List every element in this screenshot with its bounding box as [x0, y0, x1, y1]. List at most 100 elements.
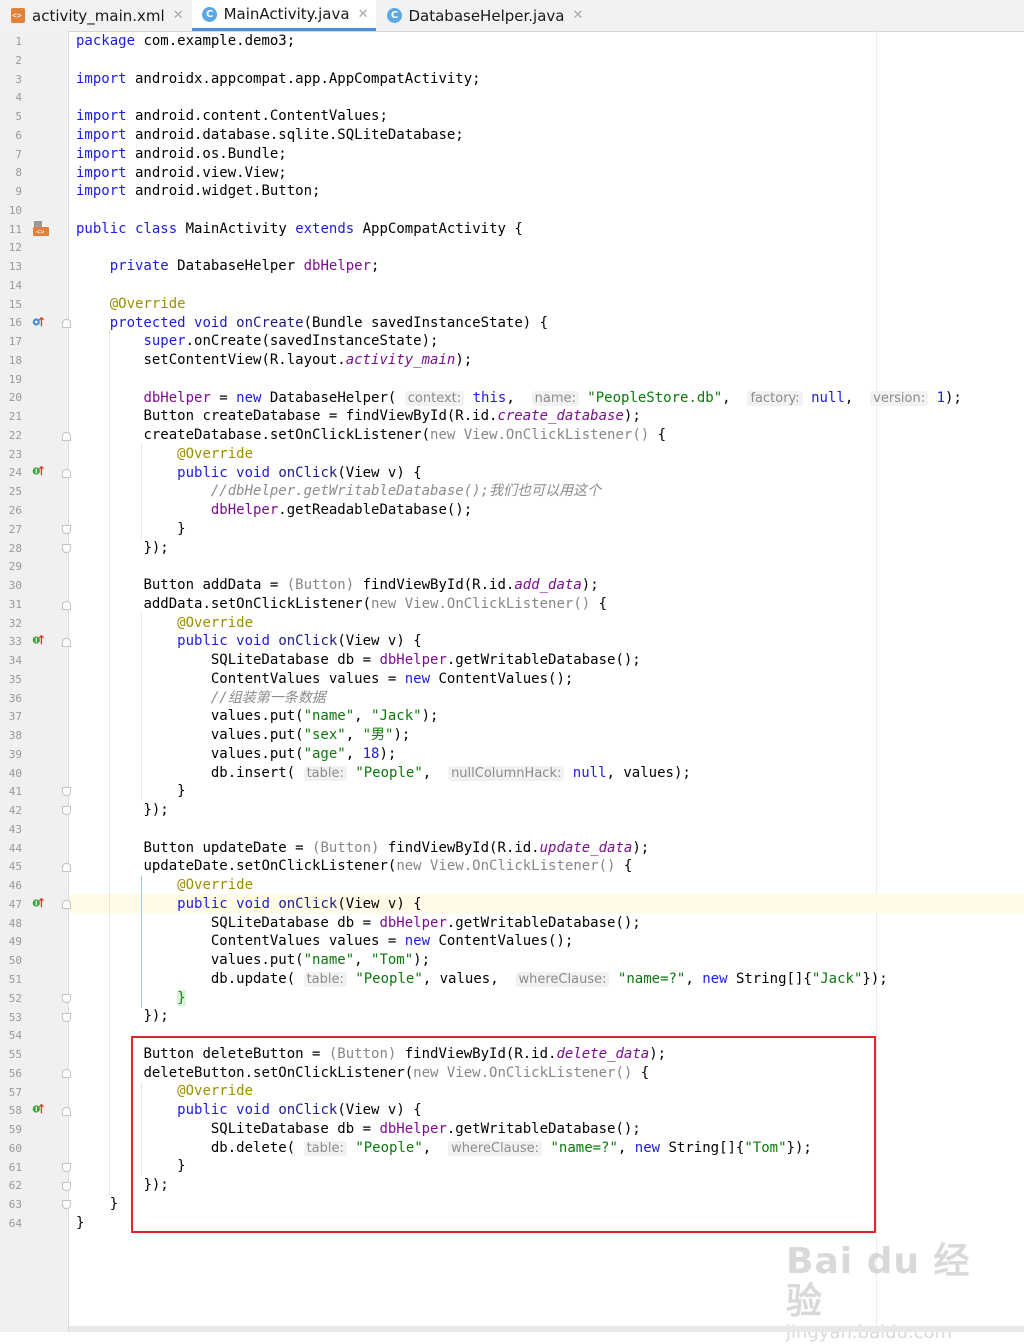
code-line-42: }); [143, 802, 169, 818]
line-number: 51 [8, 973, 22, 986]
java-class-icon: C [386, 8, 402, 24]
fold-toggle-icon[interactable] [62, 806, 71, 815]
highlight-annotation-box [131, 1036, 876, 1233]
line-number: 44 [8, 841, 22, 855]
fold-toggle-icon[interactable] [62, 319, 71, 328]
code-line-38: values.put("sex", "男"); [210, 727, 411, 743]
close-icon[interactable]: ✕ [358, 7, 369, 22]
tab-label: DatabaseHelper.java [408, 6, 565, 25]
code-line-46: @Override [177, 877, 254, 893]
code-line-3: import androidx.appcompat.app.AppCompatA… [76, 71, 481, 87]
code-line-44: Button updateDate = (Button) findViewByI… [143, 840, 650, 856]
code-line-50: values.put("name", "Tom"); [210, 952, 431, 968]
horizontal-scrollbar[interactable] [69, 1326, 1024, 1332]
code-line-6: import android.database.sqlite.SQLiteDat… [76, 127, 464, 143]
tab-database-helper-java[interactable]: C DatabaseHelper.java ✕ [376, 0, 591, 31]
code-line-9: import android.widget.Button; [76, 183, 321, 199]
code-line-18: setContentView(R.layout.activity_main); [143, 352, 473, 368]
fold-toggle-icon[interactable] [62, 1163, 71, 1172]
fold-toggle-icon[interactable] [62, 787, 71, 796]
line-number: 55 [8, 1048, 22, 1062]
line-number: 43 [8, 822, 22, 836]
line-number: 39 [8, 747, 22, 761]
fold-toggle-icon[interactable] [62, 601, 71, 610]
tab-main-activity-java[interactable]: C MainActivity.java ✕ [191, 0, 377, 31]
fold-toggle-icon[interactable] [62, 1013, 71, 1022]
code-line-28: }); [143, 540, 169, 556]
line-number: 14 [8, 278, 22, 292]
line-number: 3 [15, 72, 22, 86]
line-number: 46 [8, 879, 22, 893]
fold-toggle-icon[interactable] [62, 1107, 71, 1116]
code-line-39: values.put("age", 18); [210, 746, 397, 762]
code-line-5: import android.content.ContentValues; [76, 108, 388, 124]
implements-method-icon[interactable] [32, 634, 44, 646]
code-line-34: SQLiteDatabase db = dbHelper.getWritable… [210, 652, 641, 668]
line-number: 56 [8, 1066, 22, 1080]
fold-toggle-icon[interactable] [62, 900, 71, 909]
code-line-36: //组装第一条数据 [210, 690, 326, 706]
line-number: 42 [8, 804, 22, 818]
line-number: 16 [8, 316, 22, 330]
code-line-64: } [76, 1215, 85, 1231]
line-number: 50 [8, 954, 22, 968]
line-number: 32 [8, 616, 22, 630]
fold-toggle-icon[interactable] [62, 863, 71, 872]
tab-label: activity_main.xml [32, 6, 165, 25]
implements-method-icon[interactable] [32, 897, 44, 909]
fold-toggle-icon[interactable] [62, 1200, 71, 1209]
code-line-23: @Override [177, 446, 254, 462]
line-number: 34 [8, 654, 22, 668]
line-number: 53 [8, 1010, 22, 1024]
line-number: 25 [8, 485, 22, 499]
implements-method-icon[interactable] [32, 465, 44, 477]
fold-toggle-icon[interactable] [62, 638, 71, 647]
line-number: 17 [8, 335, 22, 349]
layout-class-icon[interactable]: <> [32, 221, 50, 236]
line-number: 2 [15, 53, 22, 67]
overrides-method-icon[interactable] [32, 316, 44, 328]
tab-activity-main-xml[interactable]: activity_main.xml ✕ [0, 0, 192, 31]
line-number: 7 [15, 147, 22, 161]
line-number: 10 [8, 203, 22, 217]
fold-toggle-icon[interactable] [62, 544, 71, 553]
line-number: 15 [8, 297, 22, 311]
line-number: 30 [8, 579, 22, 593]
fold-toggle-icon[interactable] [62, 432, 71, 441]
line-number: 20 [8, 391, 22, 405]
code-line-20: dbHelper = new DatabaseHelper( context: … [143, 390, 962, 406]
right-margin-guide [876, 31, 877, 1332]
line-number: 6 [15, 128, 22, 142]
fold-toggle-icon[interactable] [62, 525, 71, 534]
line-number: 31 [8, 597, 22, 611]
code-line-22: createDatabase.setOnClickListener(new Vi… [143, 427, 667, 443]
code-line-32: @Override [177, 615, 254, 631]
code-line-41: } [177, 783, 186, 799]
close-icon[interactable]: ✕ [572, 8, 583, 23]
implements-method-icon[interactable] [32, 1103, 44, 1115]
line-number: 18 [8, 353, 22, 367]
line-number: 1 [15, 35, 22, 48]
editor-tab-bar: activity_main.xml ✕ C MainActivity.java … [0, 0, 1024, 32]
line-number: 57 [8, 1085, 22, 1099]
code-line-25: //dbHelper.getWritableDatabase();我们也可以用这… [210, 483, 602, 499]
fold-toggle-icon[interactable] [62, 469, 71, 478]
tab-label: MainActivity.java [223, 5, 350, 23]
line-number: 64 [8, 1216, 22, 1230]
line-number: 40 [8, 766, 22, 780]
code-line-53: }); [143, 1008, 169, 1024]
close-icon[interactable]: ✕ [173, 8, 184, 23]
line-number: 38 [8, 729, 22, 743]
line-number: 58 [8, 1104, 22, 1118]
fold-toggle-icon[interactable] [62, 1069, 71, 1078]
line-number: 28 [8, 541, 22, 555]
baidu-jingyan-watermark: Bai du 经验 jingyan.baidu.com [786, 1241, 971, 1344]
code-line-33: public void onClick(View v) { [177, 633, 422, 649]
line-number: 54 [8, 1029, 22, 1043]
fold-toggle-icon[interactable] [62, 1182, 71, 1191]
line-number: 19 [8, 372, 22, 386]
code-line-30: Button addData = (Button) findViewById(R… [143, 577, 599, 593]
code-line-26: dbHelper.getReadableDatabase(); [210, 502, 473, 518]
fold-toggle-icon[interactable] [62, 994, 71, 1003]
line-number: 27 [8, 522, 22, 536]
